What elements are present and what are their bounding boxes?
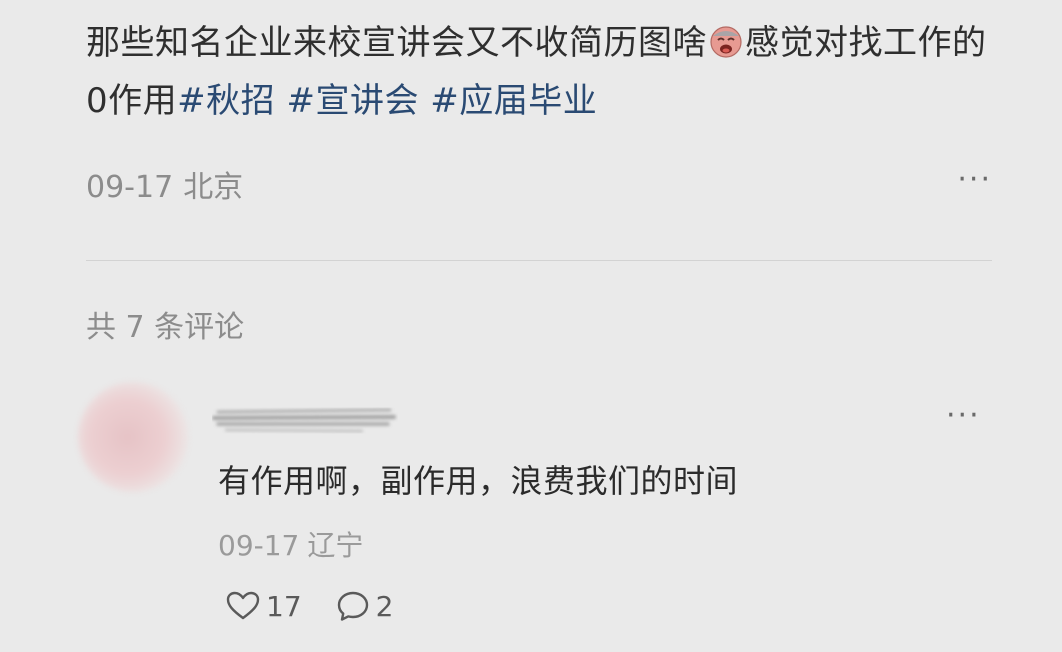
post-more-button[interactable]: ··· [957,162,992,197]
post-text-main: 那些知名企业来校宣讲会又不收简历图啥 [86,23,707,63]
post-text: 那些知名企业来校宣讲会又不收简历图啥 感觉对找工作的0作用#秋招 #宣讲会 #应… [86,14,1006,130]
comment-actions: 17 2 [226,586,393,626]
hashtag-autumn-recruit[interactable]: #秋招 [177,81,275,121]
post-meta: 09-17 北京 ··· [86,162,992,206]
comment-location: 辽宁 [307,529,364,562]
comment-date: 09-17 [218,529,300,562]
hashtag-fresh-graduate[interactable]: #应届毕业 [430,81,597,121]
post-date: 09-17 [86,170,174,205]
reply-count: 2 [375,589,394,623]
divider [86,260,992,261]
like-count: 17 [266,589,302,623]
comment-bubble-icon [337,591,368,621]
reply-button[interactable]: 2 [336,589,394,623]
like-button[interactable]: 17 [226,590,302,623]
comment-more-button[interactable]: ··· [946,398,981,433]
post-location: 北京 [183,170,244,205]
comment-text: 有作用啊，副作用，浪费我们的时间 [218,462,739,500]
heart-icon [226,591,260,620]
avatar[interactable] [78,382,188,492]
username-redacted[interactable] [212,402,398,436]
sad-face-emoji-icon [709,19,743,58]
comment-count: 共 7 条评论 [86,310,245,345]
hashtag-info-session[interactable]: #宣讲会 [286,81,419,121]
comment-meta: 09-17 辽宁 [218,524,363,564]
